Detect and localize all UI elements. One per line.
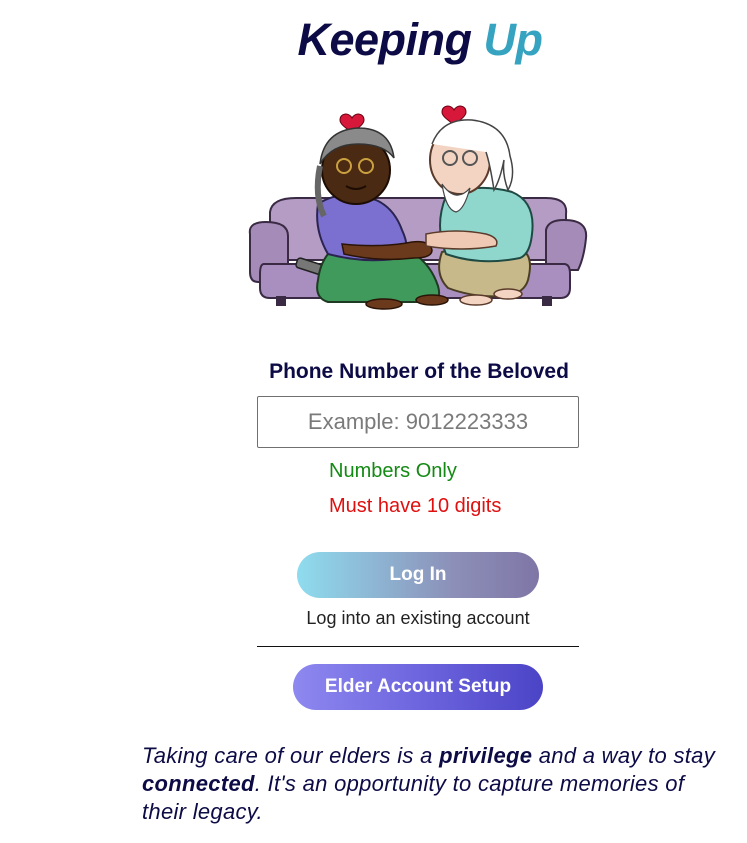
phone-field-label: Phone Number of the Beloved (269, 360, 569, 383)
ten-digits-hint: Must have 10 digits (329, 495, 502, 517)
phone-number-input[interactable] (257, 396, 579, 448)
quote-text-2: and a way to stay (532, 743, 716, 768)
hero-illustration (248, 105, 588, 310)
quote-emphasis-privilege: privilege (439, 743, 533, 768)
mission-quote: Taking care of our elders is a privilege… (142, 742, 722, 826)
section-divider (257, 646, 579, 647)
app-title-word-2: Up (483, 14, 544, 65)
quote-text-1: Taking care of our elders is a (142, 743, 440, 768)
log-in-button[interactable]: Log In (297, 552, 539, 598)
app-title-word-1: Keeping (297, 14, 472, 65)
elder-account-setup-button[interactable]: Elder Account Setup (293, 664, 543, 710)
numbers-only-hint: Numbers Only (329, 460, 457, 482)
log-in-caption: Log into an existing account (306, 608, 530, 628)
app-title: Keeping Up (0, 14, 747, 66)
quote-emphasis-connected: connected (142, 771, 255, 796)
